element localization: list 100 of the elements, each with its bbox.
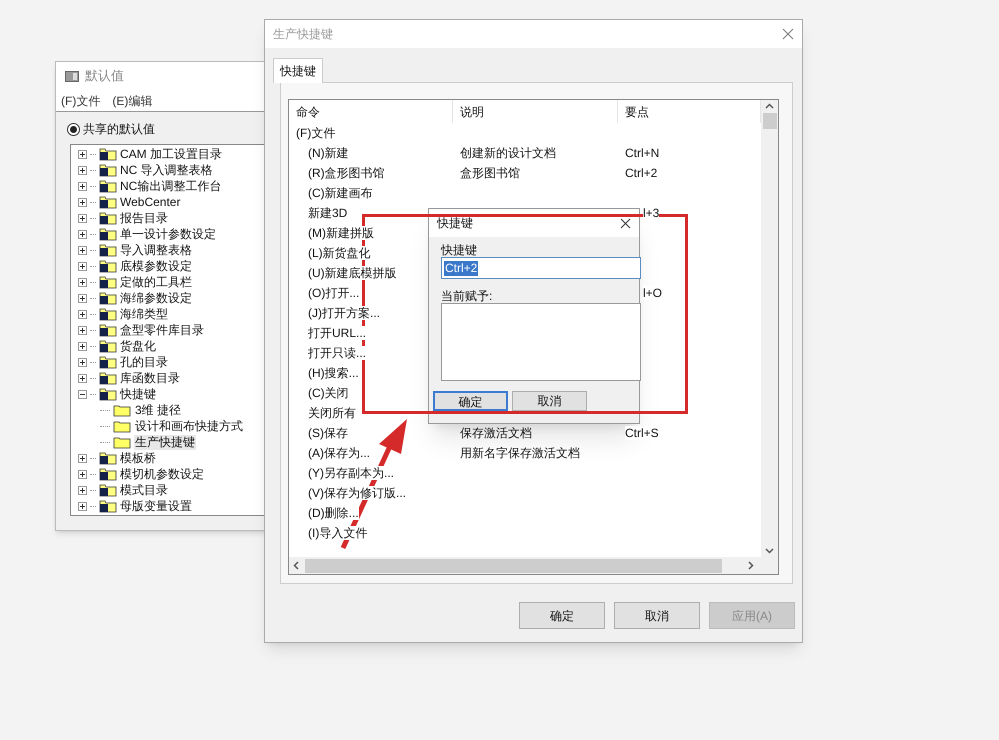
dialog-button[interactable]: 取消 bbox=[614, 602, 700, 629]
command-cell: (O)打开... bbox=[308, 286, 360, 300]
tree-item[interactable]: 导入调整表格 bbox=[120, 242, 192, 258]
command-cell: (A)保存为... bbox=[308, 446, 370, 460]
window-title: 生产快捷键 bbox=[273, 26, 333, 43]
folder-icon bbox=[99, 195, 117, 209]
command-cell: (L)新货盘化 bbox=[308, 246, 371, 260]
menu-group-cell: (F)文件 bbox=[296, 126, 336, 140]
scroll-right-icon[interactable] bbox=[748, 561, 754, 570]
expand-icon[interactable] bbox=[78, 326, 87, 334]
tree-item[interactable]: 模切机参数设定 bbox=[120, 466, 204, 482]
tree-item[interactable]: 报告目录 bbox=[120, 210, 168, 226]
shortcut-cell: l+3 bbox=[643, 206, 660, 220]
folder-icon bbox=[99, 323, 117, 337]
window-icon bbox=[65, 70, 79, 82]
dialog-button[interactable]: 确定 bbox=[519, 602, 605, 629]
expand-icon[interactable] bbox=[78, 374, 87, 382]
expand-icon[interactable] bbox=[78, 246, 87, 254]
expand-icon[interactable] bbox=[78, 150, 87, 158]
tree-item[interactable]: NC输出调整工作台 bbox=[120, 178, 222, 194]
vertical-scrollbar[interactable] bbox=[761, 100, 778, 557]
command-cell: (S)保存 bbox=[308, 426, 348, 440]
description-cell: 保存激活文档 bbox=[460, 426, 532, 440]
tree-item[interactable]: 母版变量设置 bbox=[120, 498, 192, 514]
command-cell: (M)新建拼版 bbox=[308, 226, 374, 240]
expand-icon[interactable] bbox=[78, 310, 87, 318]
command-cell: (R)盒形图书馆 bbox=[308, 166, 385, 180]
tree-item[interactable]: 模式目录 bbox=[120, 482, 168, 498]
tree-item[interactable]: 盒型零件库目录 bbox=[120, 322, 204, 338]
tab[interactable]: 快捷键 bbox=[273, 58, 323, 83]
tree-item[interactable]: 设计和画布快捷方式 bbox=[134, 418, 244, 434]
tree-item[interactable]: 海绵参数设定 bbox=[120, 290, 192, 306]
scrollbar-thumb[interactable] bbox=[762, 113, 776, 129]
tree-item[interactable]: 库函数目录 bbox=[120, 370, 180, 386]
command-cell: 打开URL... bbox=[308, 326, 366, 340]
folder-icon bbox=[113, 403, 131, 417]
tree-item[interactable]: CAM 加工设置目录 bbox=[120, 146, 222, 162]
field-label: 快捷键 bbox=[441, 242, 478, 257]
expand-icon[interactable] bbox=[78, 358, 87, 366]
shortcut-field[interactable]: Ctrl+2 bbox=[441, 257, 641, 279]
folder-icon bbox=[99, 451, 117, 465]
expand-icon[interactable] bbox=[78, 214, 87, 222]
tree-item[interactable]: NC 导入调整表格 bbox=[120, 162, 213, 178]
expand-icon[interactable] bbox=[78, 182, 87, 190]
shortcut-cell: Ctrl+2 bbox=[625, 166, 658, 180]
tree-item[interactable]: 海绵类型 bbox=[120, 306, 168, 322]
tree-item[interactable]: 底模参数设定 bbox=[120, 258, 192, 274]
expand-icon[interactable] bbox=[78, 294, 87, 302]
folder-icon bbox=[99, 307, 117, 321]
dialog-button[interactable]: 取消 bbox=[512, 391, 587, 411]
tree-item[interactable]: 孔的目录 bbox=[120, 354, 168, 370]
expand-icon[interactable] bbox=[78, 470, 87, 478]
expand-icon[interactable] bbox=[78, 166, 87, 174]
tree-item[interactable]: 单一设计参数设定 bbox=[120, 226, 216, 242]
scroll-left-icon[interactable] bbox=[293, 561, 299, 570]
tree-item[interactable]: 定做的工具栏 bbox=[120, 274, 192, 290]
close-icon[interactable] bbox=[620, 218, 631, 228]
tree-item[interactable]: 模板桥 bbox=[120, 450, 156, 466]
column-header[interactable]: 说明 bbox=[453, 100, 618, 123]
menu-item[interactable]: (F)文件 bbox=[61, 92, 100, 110]
window-title: 默认值 bbox=[85, 67, 124, 86]
folder-icon bbox=[99, 227, 117, 241]
folder-icon bbox=[99, 179, 117, 193]
expand-icon[interactable] bbox=[78, 342, 87, 350]
radio-button[interactable] bbox=[67, 122, 80, 136]
expand-icon[interactable] bbox=[78, 262, 87, 270]
expand-icon[interactable] bbox=[78, 198, 87, 206]
tree-item[interactable]: WebCenter bbox=[120, 194, 180, 210]
command-cell: 新建3D bbox=[308, 206, 348, 220]
command-cell: (U)新建底模拼版 bbox=[308, 266, 397, 280]
folder-icon bbox=[113, 435, 131, 449]
field-label: 当前赋予: bbox=[441, 288, 494, 303]
expand-icon[interactable] bbox=[78, 502, 87, 510]
folder-icon bbox=[99, 467, 117, 481]
tree-item[interactable]: 生产快捷键 bbox=[134, 434, 196, 450]
shortcut-cell: Ctrl+S bbox=[625, 426, 659, 440]
dialog-title: 快捷键 bbox=[437, 215, 473, 232]
tree-item[interactable]: 快捷键 bbox=[120, 386, 156, 402]
column-header[interactable]: 命令 bbox=[289, 100, 453, 123]
tree-item[interactable]: 3维 捷径 bbox=[134, 402, 182, 418]
folder-icon bbox=[99, 147, 117, 161]
scrollbar-thumb[interactable] bbox=[305, 558, 722, 572]
folder-icon bbox=[99, 275, 117, 289]
expand-icon[interactable] bbox=[78, 454, 87, 462]
menu-item[interactable]: (E)编辑 bbox=[112, 92, 152, 110]
collapse-icon[interactable] bbox=[78, 390, 87, 398]
scroll-up-icon[interactable] bbox=[765, 103, 774, 109]
folder-icon bbox=[99, 291, 117, 305]
dialog-button[interactable]: 确定 bbox=[433, 391, 508, 411]
radio-label: 共享的默认值 bbox=[83, 121, 155, 138]
expand-icon[interactable] bbox=[78, 278, 87, 286]
folder-icon bbox=[99, 499, 117, 513]
horizontal-scrollbar[interactable] bbox=[289, 557, 778, 574]
scroll-down-icon[interactable] bbox=[765, 548, 774, 554]
folder-icon bbox=[99, 339, 117, 353]
expand-icon[interactable] bbox=[78, 486, 87, 494]
folder-icon bbox=[99, 211, 117, 225]
folder-icon bbox=[99, 243, 117, 257]
expand-icon[interactable] bbox=[78, 230, 87, 238]
tree-item[interactable]: 货盘化 bbox=[120, 338, 156, 354]
